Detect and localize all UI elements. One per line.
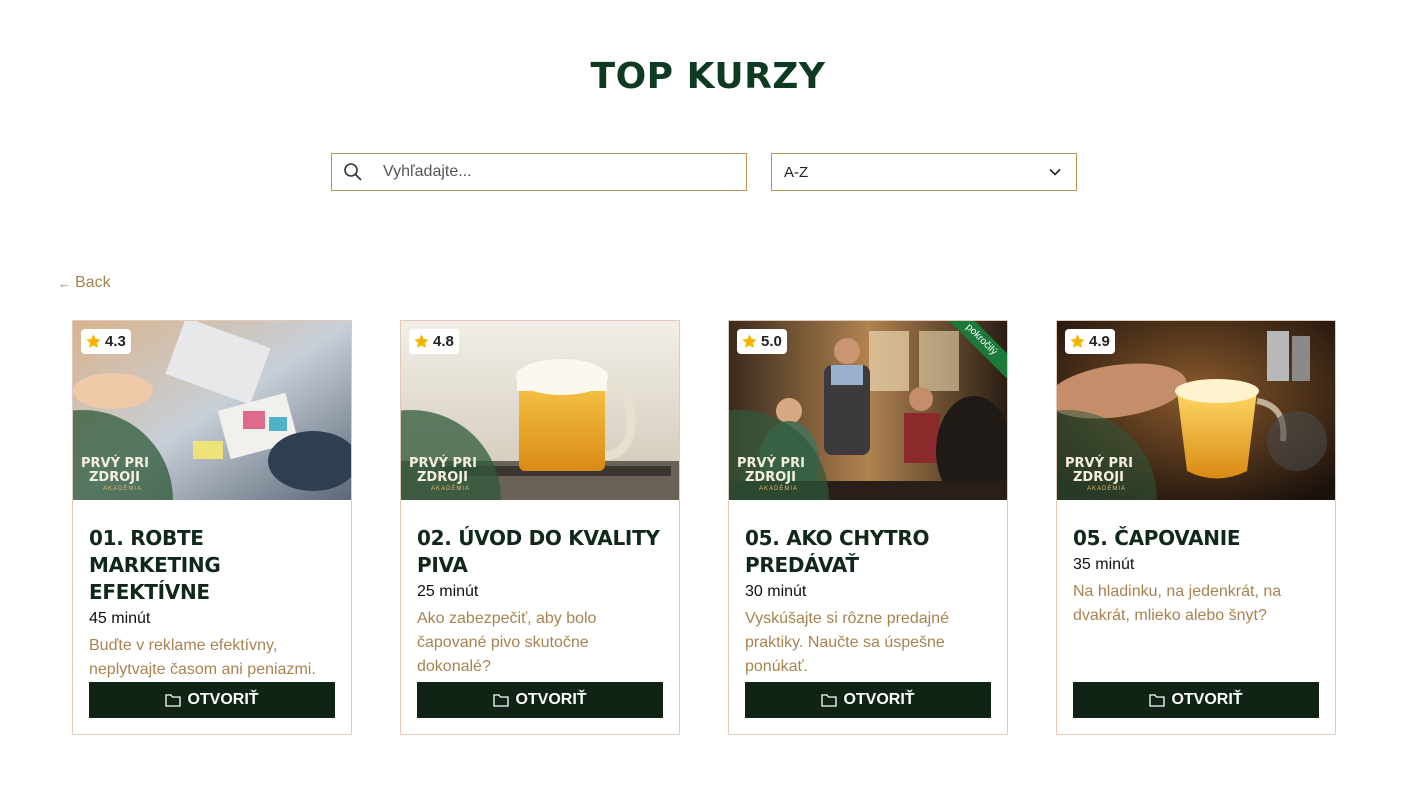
open-course-button[interactable]: OTVORIŤ (1073, 682, 1319, 718)
course-title[interactable]: 05. ČAPOVANIE (1073, 525, 1319, 552)
academy-logo: PRVÝ PRI ZDROJI AKADÉMIA (737, 456, 805, 493)
rating-value: 5.0 (761, 333, 782, 350)
course-description: Ako zabezpečiť, aby bolo čapované pivo s… (417, 610, 597, 675)
course-image[interactable]: 4.8 PRVÝ PRI ZDROJI AKADÉMIA (401, 321, 679, 500)
rating-value: 4.8 (433, 333, 454, 350)
star-icon (741, 333, 758, 350)
open-button-label: OTVORIŤ (843, 691, 915, 708)
back-label: Back (75, 274, 111, 291)
arrow-left-icon: ← (58, 275, 71, 291)
course-card: 4.3 PRVÝ PRI ZDROJI AKADÉMIA 01. ROBTE M… (72, 320, 352, 735)
course-description: Na hladinku, na jedenkrát, na dvakrát, m… (1073, 583, 1282, 624)
star-icon (1069, 333, 1086, 350)
course-description: Buďte v reklame efektívny, neplytvajte č… (89, 637, 316, 678)
open-course-button[interactable]: OTVORIŤ (745, 682, 991, 718)
folder-icon (1149, 693, 1166, 707)
course-duration: 30 minút (745, 583, 807, 600)
rating-value: 4.9 (1089, 333, 1110, 350)
star-icon (85, 333, 102, 350)
rating-badge: 4.3 (81, 329, 131, 354)
rating-badge: 4.9 (1065, 329, 1115, 354)
chevron-down-icon (1048, 165, 1062, 179)
sort-selected-value: A-Z (784, 163, 809, 181)
open-button-label: OTVORIŤ (187, 691, 259, 708)
folder-icon (821, 693, 838, 707)
folder-icon (493, 693, 510, 707)
course-title[interactable]: 02. ÚVOD DO KVALITY PIVA (417, 525, 663, 579)
course-duration: 45 minút (89, 610, 151, 627)
search-box[interactable] (331, 153, 747, 191)
course-duration: 35 minút (1073, 556, 1135, 573)
open-course-button[interactable]: OTVORIŤ (417, 682, 663, 718)
course-card: 4.8 PRVÝ PRI ZDROJI AKADÉMIA 02. ÚVOD DO… (400, 320, 680, 735)
academy-logo: PRVÝ PRI ZDROJI AKADÉMIA (409, 456, 477, 493)
folder-icon (165, 693, 182, 707)
sort-select[interactable]: A-Z (771, 153, 1077, 191)
search-icon (343, 162, 363, 182)
course-image[interactable]: 4.9 PRVÝ PRI ZDROJI AKADÉMIA (1057, 321, 1335, 500)
rating-badge: 5.0 (737, 329, 787, 354)
rating-badge: 4.8 (409, 329, 459, 354)
course-description: Vyskúšajte si rôzne predajné praktiky. N… (745, 610, 949, 675)
course-card: 4.9 PRVÝ PRI ZDROJI AKADÉMIA 05. ČAPOVAN… (1056, 320, 1336, 735)
course-card: 5.0 pokročilý PRVÝ PRI ZDROJI AKADÉMIA 0… (728, 320, 1008, 735)
search-input[interactable] (373, 154, 746, 190)
page-title: TOP KURZY (590, 56, 826, 97)
course-duration: 25 minút (417, 583, 479, 600)
open-button-label: OTVORIŤ (1171, 691, 1243, 708)
course-title[interactable]: 01. ROBTE MARKETING EFEKTÍVNE (89, 525, 335, 606)
back-link[interactable]: ← Back (58, 274, 111, 292)
course-image[interactable]: 4.3 PRVÝ PRI ZDROJI AKADÉMIA (73, 321, 351, 500)
open-button-label: OTVORIŤ (515, 691, 587, 708)
academy-logo: PRVÝ PRI ZDROJI AKADÉMIA (1065, 456, 1133, 493)
open-course-button[interactable]: OTVORIŤ (89, 682, 335, 718)
academy-logo: PRVÝ PRI ZDROJI AKADÉMIA (81, 456, 149, 493)
course-image[interactable]: 5.0 pokročilý PRVÝ PRI ZDROJI AKADÉMIA (729, 321, 1007, 500)
star-icon (413, 333, 430, 350)
rating-value: 4.3 (105, 333, 126, 350)
course-title[interactable]: 05. AKO CHYTRO PREDÁVAŤ (745, 525, 991, 579)
